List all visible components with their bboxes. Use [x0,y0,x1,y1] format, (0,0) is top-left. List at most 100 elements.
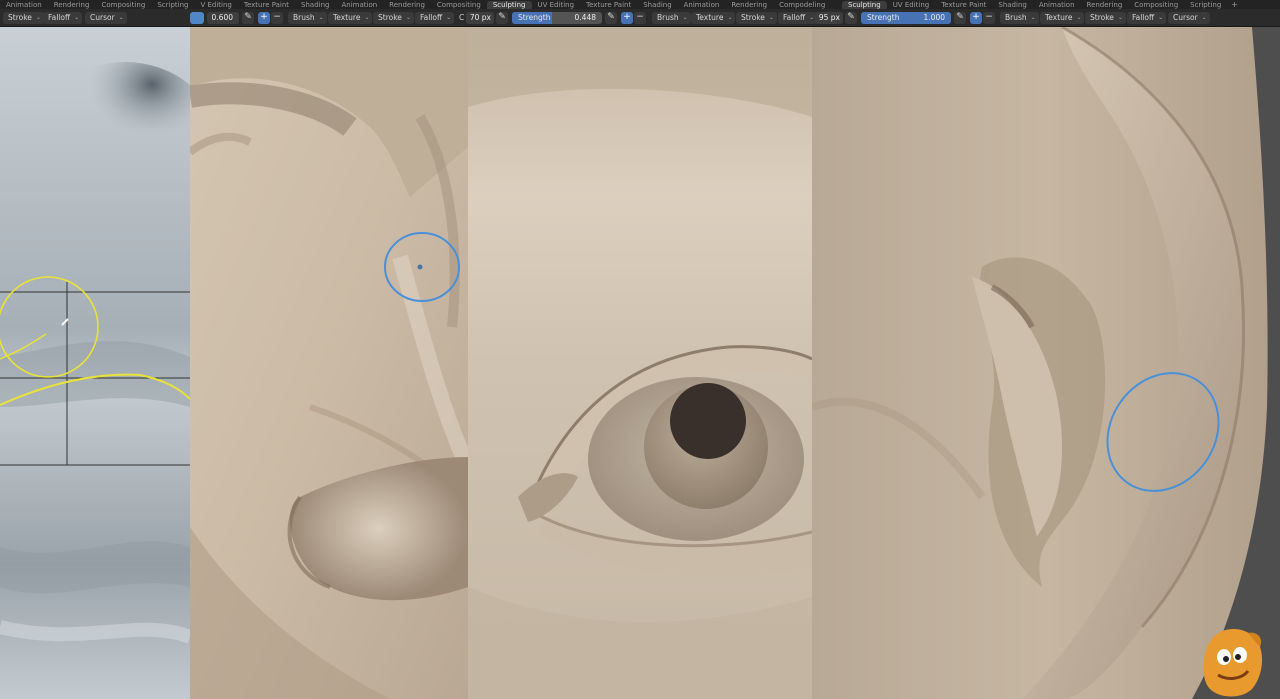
strength-value: 0.448 [574,13,596,22]
chevron-down-icon: ⌄ [74,14,80,21]
brush-color-swatch[interactable] [190,12,204,24]
pen-pressure-icon[interactable]: ✎ [954,12,966,24]
cursor-label: Cursor [90,13,115,22]
direction-subtract-button[interactable]: − [271,12,283,24]
radius-field-3[interactable]: 95 px [815,12,843,24]
workspace-tab-compodeling[interactable]: Compodeling [773,1,831,9]
strength-slider[interactable]: Strength 0.448 [512,12,602,24]
brush-label: Brush [657,13,679,22]
radius-value: 70 px [469,13,491,22]
eye-sculpt-viewport[interactable] [468,27,812,699]
workspace-tab-rendering[interactable]: Rendering [48,1,96,9]
chevron-down-icon: ⌄ [318,14,324,21]
workspace-tab-uv-editing[interactable]: UV Editing [887,1,936,9]
workspace-tabs-left: Animation Rendering Compositing Scripting V … [0,0,831,9]
direction-add-button[interactable]: + [970,12,982,24]
falloff-label: Falloff [1132,13,1155,22]
texture-dropdown-3[interactable]: Texture ⌄ [691,12,736,24]
stroke-dropdown-3[interactable]: Stroke ⌄ [736,12,777,24]
falloff-dropdown-4[interactable]: Falloff ⌄ [1127,12,1167,24]
pen-pressure-icon[interactable]: ✎ [496,12,508,24]
strength-label: Strength [518,13,551,22]
workspace-tab-bar: Animation Rendering Compositing Scripting V … [0,0,1280,9]
brush-label: Brush [293,13,315,22]
texture-dropdown[interactable]: Texture ⌄ [328,12,373,24]
workspace-tab-compositing[interactable]: Compositing [1128,1,1184,9]
brush-dropdown[interactable]: Brush ⌄ [288,12,327,24]
lips-sculpt-viewport[interactable] [0,27,190,699]
pen-pressure-icon[interactable]: ✎ [845,12,857,24]
cursor-dropdown-4[interactable]: Cursor ⌄ [1168,12,1210,24]
nose-render [190,27,468,699]
texture-label: Texture [1045,13,1073,22]
workspace-tab-shading[interactable]: Shading [295,1,335,9]
tool-header: Stroke ⌄ Falloff ⌄ Cursor ⌄ 0.600 ✎ + − Bru… [0,9,1280,27]
ear-render [812,27,1280,699]
chevron-down-icon: ⌄ [1158,14,1164,21]
direction-add-button[interactable]: + [258,12,270,24]
radius-field[interactable]: 70 px [466,12,494,24]
workspace-tab-sculpting[interactable]: Sculpting [486,1,532,9]
eye-render [468,27,812,699]
strength-value: 1.000 [923,13,945,22]
chevron-down-icon: ⌄ [405,14,411,21]
workspace-tab-sculpting[interactable]: Sculpting [842,1,887,9]
workspace-tab-rendering[interactable]: Rendering [1081,1,1129,9]
radius-prefix: C [459,13,465,22]
workspace-tab-texture-paint[interactable]: Texture Paint [935,1,992,9]
workspace-tab-animation[interactable]: Animation [0,1,48,9]
cartoon-mascot-logo-icon [1203,628,1263,697]
workspace-tab-animation[interactable]: Animation [678,1,726,9]
workspace-tabs-right: Sculpting UV Editing Texture Paint Shading A… [842,0,1242,9]
workspace-tab-scripting[interactable]: Scripting [151,1,194,9]
falloff-dropdown-3[interactable]: Falloff ⌄ [778,12,818,24]
direction-add-button[interactable]: + [621,12,633,24]
texture-label: Texture [696,13,724,22]
workspace-tab-compositing[interactable]: Compositing [95,1,151,9]
pen-pressure-icon[interactable]: ✎ [242,12,254,24]
nose-sculpt-viewport[interactable] [190,27,468,699]
direction-subtract-button[interactable]: − [634,12,646,24]
strength-slider-4[interactable]: Strength 1.000 [861,12,951,24]
workspace-tab-rendering[interactable]: Rendering [383,1,431,9]
chevron-down-icon: ⌄ [364,14,370,21]
brush-dropdown-3[interactable]: Brush ⌄ [652,12,691,24]
workspace-tab-texture-paint[interactable]: Texture Paint [238,1,295,9]
texture-label: Texture [333,13,361,22]
workspace-tab-compositing[interactable]: Compositing [431,1,487,9]
workspace-tab-rendering[interactable]: Rendering [725,1,773,9]
workspace-tab-shading[interactable]: Shading [992,1,1032,9]
lips-render [0,27,190,699]
stroke-label: Stroke [1090,13,1114,22]
chevron-down-icon: ⌄ [1076,14,1082,21]
stroke-label: Stroke [8,13,32,22]
stroke-dropdown[interactable]: Stroke ⌄ [3,12,44,24]
brush-dropdown-4[interactable]: Brush ⌄ [1000,12,1039,24]
cursor-dropdown[interactable]: Cursor ⌄ [85,12,127,24]
workspace-tab-uv-editing[interactable]: UV Editing [532,1,581,9]
direction-subtract-button[interactable]: − [983,12,995,24]
chevron-down-icon: ⌄ [118,14,124,21]
chevron-down-icon: ⌄ [809,14,815,21]
workspace-tab-animation[interactable]: Animation [335,1,383,9]
strength-field[interactable]: 0.600 [207,12,239,24]
strength-value: 0.600 [211,13,233,22]
falloff-dropdown-2[interactable]: Falloff ⌄ [415,12,455,24]
radius-value: 95 px [818,13,840,22]
stroke-dropdown-4[interactable]: Stroke ⌄ [1085,12,1126,24]
workspace-tab-animation[interactable]: Animation [1033,1,1081,9]
workspace-tab-texture-paint[interactable]: Texture Paint [580,1,637,9]
stroke-dropdown-2[interactable]: Stroke ⌄ [373,12,414,24]
workspace-tab-shading[interactable]: Shading [637,1,677,9]
workspace-tab-v-editing[interactable]: V Editing [194,1,237,9]
falloff-dropdown[interactable]: Falloff ⌄ [43,12,83,24]
texture-dropdown-4[interactable]: Texture ⌄ [1040,12,1085,24]
workspace-tab-scripting[interactable]: Scripting [1184,1,1227,9]
chevron-down-icon: ⌄ [682,14,688,21]
add-workspace-button[interactable]: + [1227,1,1242,9]
cursor-label: Cursor [1173,13,1198,22]
stroke-label: Stroke [741,13,765,22]
pen-pressure-icon[interactable]: ✎ [605,12,617,24]
ear-sculpt-viewport[interactable] [812,27,1280,699]
brush-label: Brush [1005,13,1027,22]
